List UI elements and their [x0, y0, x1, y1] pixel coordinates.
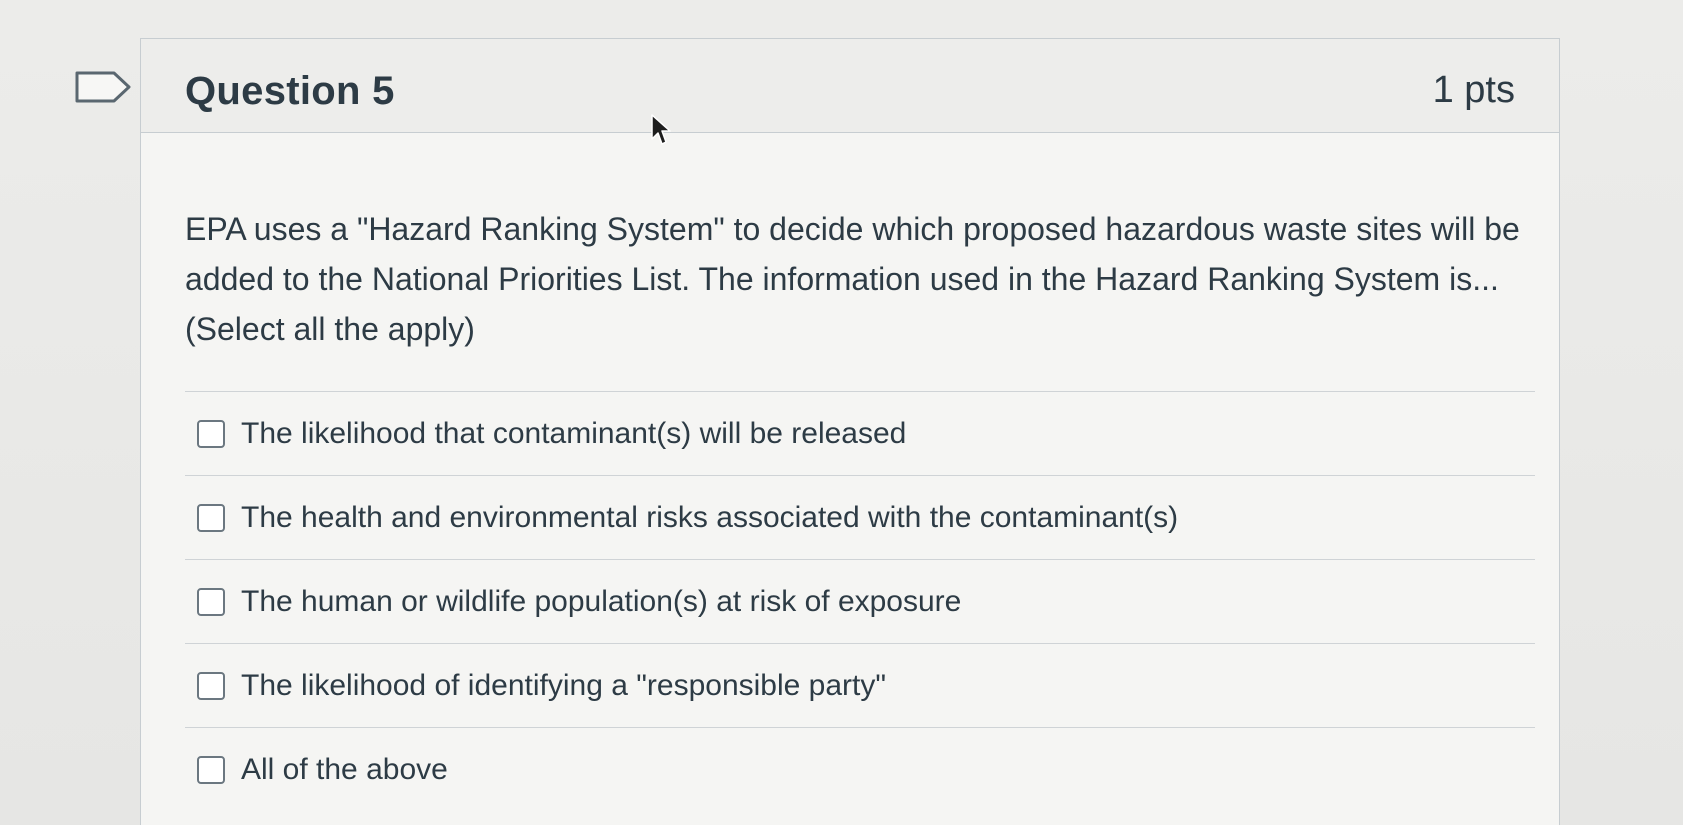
question-card: Question 5 1 pts EPA uses a "Hazard Rank… [140, 38, 1560, 825]
mouse-pointer-icon [651, 114, 671, 145]
answer-label: All of the above [241, 752, 448, 786]
answer-option-1[interactable]: The likelihood that contaminant(s) will … [185, 391, 1535, 475]
question-points: 1 pts [1432, 69, 1515, 111]
question-text: EPA uses a "Hazard Ranking System" to de… [185, 211, 1520, 347]
answer-label: The health and environmental risks assoc… [241, 500, 1179, 534]
checkbox[interactable] [197, 755, 225, 784]
answer-label: The human or wildlife population(s) at r… [241, 584, 962, 618]
answer-label: The likelihood that contaminant(s) will … [241, 416, 907, 450]
checkbox[interactable] [197, 419, 225, 448]
answer-option-4[interactable]: The likelihood of identifying a "respons… [185, 643, 1535, 727]
question-title: Question 5 [185, 69, 395, 113]
question-header: Question 5 1 pts [141, 39, 1559, 133]
checkbox[interactable] [197, 503, 225, 532]
answer-option-3[interactable]: The human or wildlife population(s) at r… [185, 559, 1535, 643]
answer-label: The likelihood of identifying a "respons… [241, 668, 886, 702]
answer-option-2[interactable]: The health and environmental risks assoc… [185, 475, 1535, 559]
answer-option-5[interactable]: All of the above [185, 727, 1535, 811]
checkbox[interactable] [197, 671, 225, 700]
quiz-page: Question 5 1 pts EPA uses a "Hazard Rank… [0, 0, 1683, 825]
checkbox[interactable] [197, 587, 225, 616]
answer-list: The likelihood that contaminant(s) will … [185, 391, 1535, 811]
flag-question-icon[interactable] [74, 70, 134, 104]
